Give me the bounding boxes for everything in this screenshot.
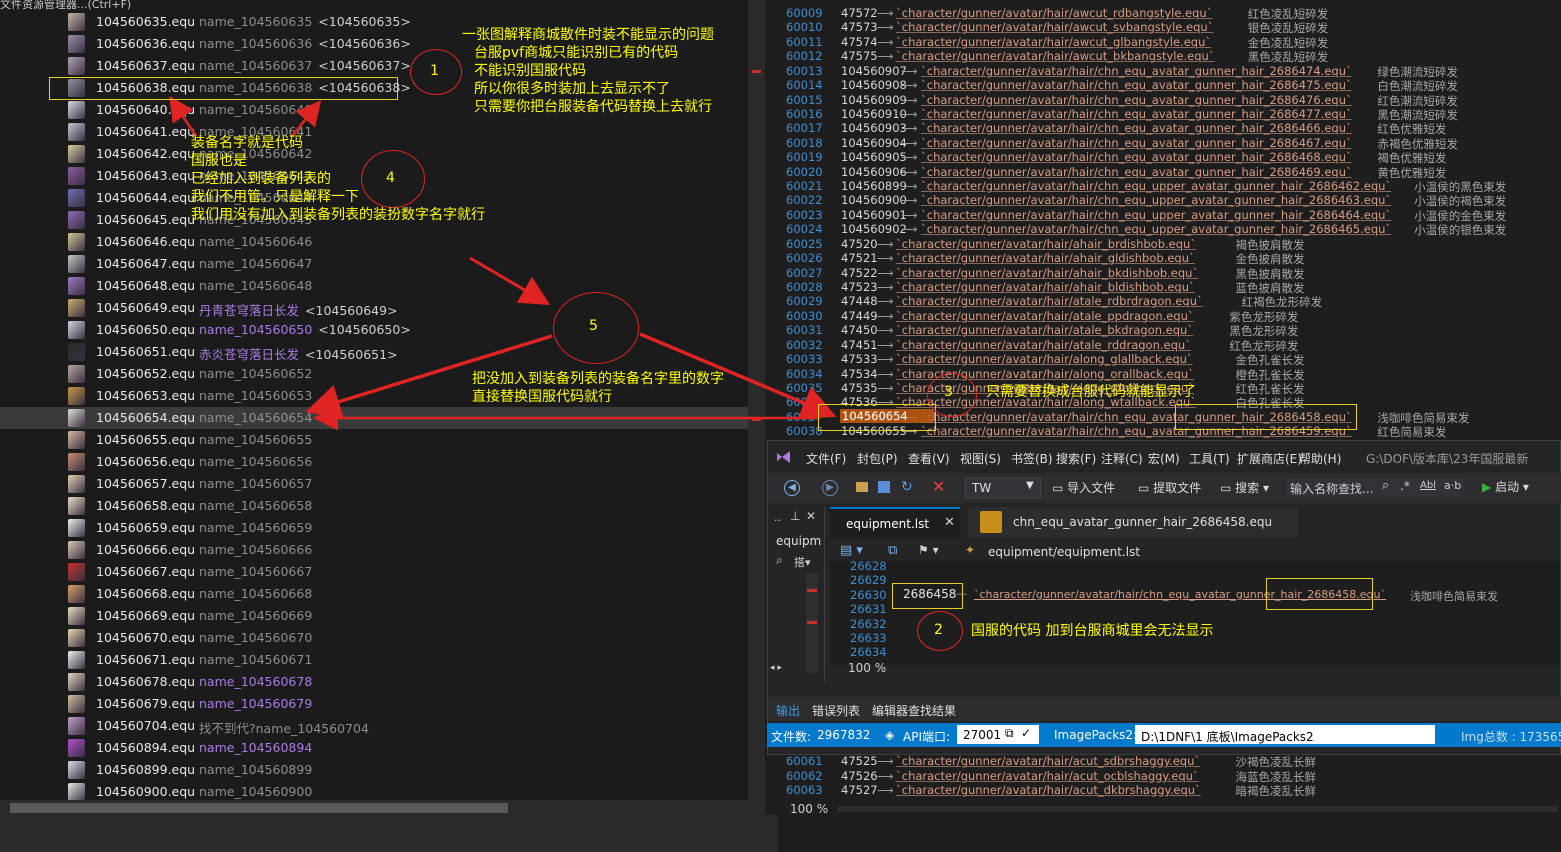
note-4-line: 已经加入到装备列表的 xyxy=(191,171,331,187)
highlight-box-code xyxy=(818,404,936,431)
note-5-line: 直接替换国服代码就行 xyxy=(472,389,612,405)
note-1-line: 一张图解释商城散件时装不能显示的问题 xyxy=(462,27,714,43)
highlight-box-file xyxy=(49,77,398,100)
highlight-box-editor-path xyxy=(1266,578,1373,610)
circle-3-number: 3 xyxy=(944,384,953,400)
circle-2-number: 2 xyxy=(934,622,943,638)
note-4: 装备名字就是代码 国服也是 已经加入到装备列表的 我们不用管，只是解释一下 我们… xyxy=(191,134,485,224)
note-1-line: 只需要你把台服装备代码替换上去就行 xyxy=(474,99,712,115)
note-1-line: 台服pvf商城只能识别已有的代码 xyxy=(474,45,679,61)
note-1-line: 所以你很多时装加上去显示不了 xyxy=(474,81,670,97)
note-4-line: 我们不用管，只是解释一下 xyxy=(191,189,359,205)
note-3: 只需要替换成台服代码就能显示了 xyxy=(986,384,1196,400)
circle-5-number: 5 xyxy=(589,318,598,334)
note-5: 把没加入到装备列表的装备名字里的数字 直接替换国服代码就行 xyxy=(472,370,724,406)
circle-1-number: 1 xyxy=(430,63,439,79)
note-4-line: 装备名字就是代码 xyxy=(191,135,303,151)
note-2: 国服的代码 加到台服商城里会无法显示 xyxy=(971,623,1214,639)
highlight-box-editor-code xyxy=(892,583,963,609)
note-5-line: 把没加入到装备列表的装备名字里的数字 xyxy=(472,371,724,387)
highlight-box-path xyxy=(1175,404,1357,430)
note-1: 一张图解释商城散件时装不能显示的问题 台服pvf商城只能识别已有的代码 不能识别… xyxy=(462,26,714,116)
note-4-line: 国服也是 xyxy=(191,153,247,169)
note-4-line: 我们用没有加入到装备列表的装扮数字名字就行 xyxy=(191,207,485,223)
note-1-line: 不能识别国服代码 xyxy=(474,63,586,79)
